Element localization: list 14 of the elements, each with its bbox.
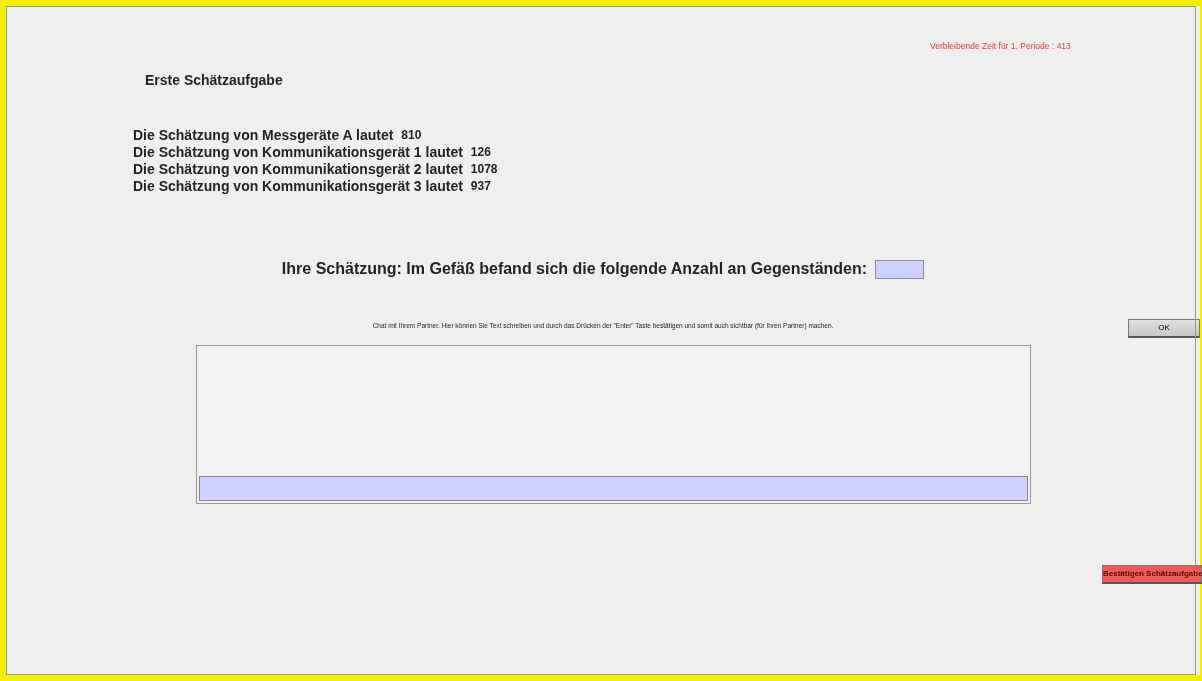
chat-input[interactable] <box>199 475 1028 501</box>
estimate-value: 937 <box>470 178 491 195</box>
estimate-label: Die Schätzung von Kommunikationsgerät 1 lautet <box>133 144 463 161</box>
question-label: Ihre Schätzung: Im Gefäß befand sich die folgende Anzahl an Gegenständen: <box>281 259 868 279</box>
estimate-label: Die Schätzung von Kommunikationsgerät 2 lautet <box>133 161 463 178</box>
estimate-value: 1078 <box>470 161 498 178</box>
estimate-value: 126 <box>470 144 491 161</box>
estimate-label: Die Schätzung von Kommunikationsgerät 3 lautet <box>133 178 463 195</box>
estimate-value: 810 <box>401 127 422 144</box>
estimate-input[interactable] <box>875 259 925 279</box>
estimate-label: Die Schätzung von Messgeräte A lautet <box>133 127 394 144</box>
timer-text: Verbleibende Zeit für 1. Periode : 413 <box>929 40 1072 53</box>
ok-button[interactable]: OK <box>1128 319 1200 338</box>
page-title: Erste Schätzaufgabe <box>144 71 284 90</box>
